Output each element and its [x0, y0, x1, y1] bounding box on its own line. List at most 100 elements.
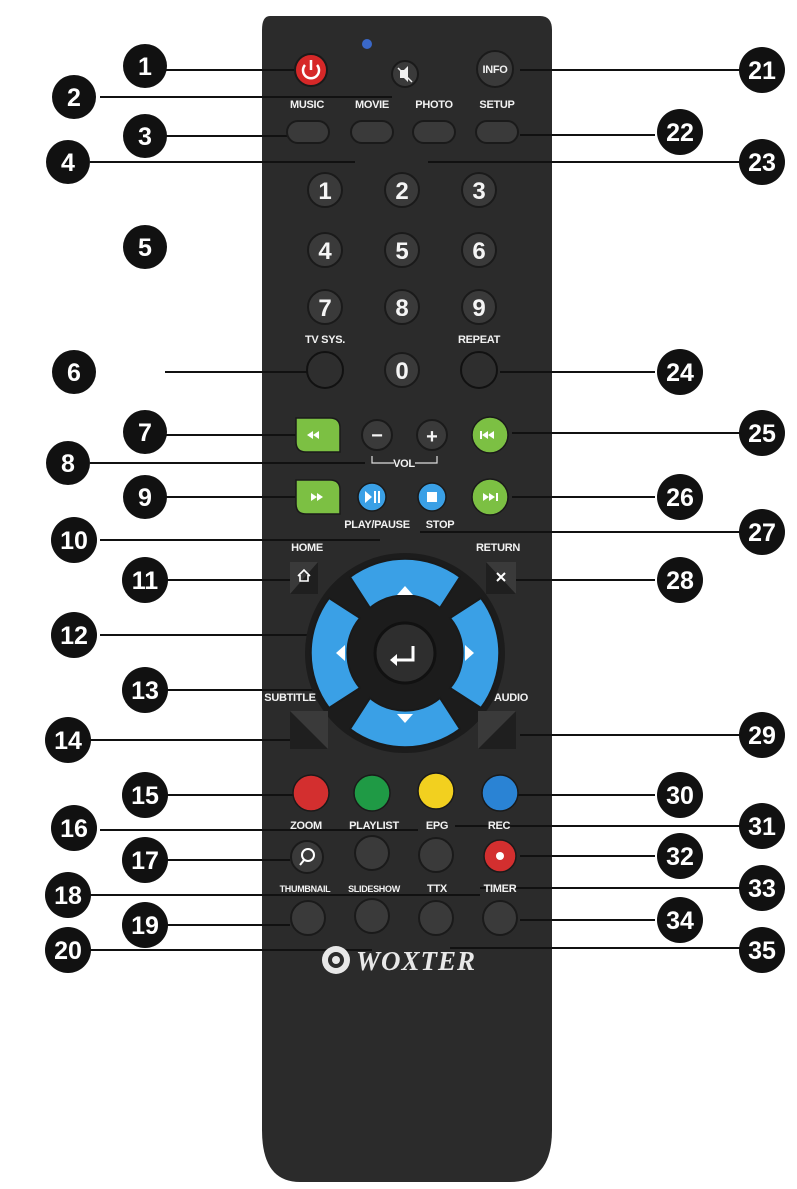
- fast-rewind-button[interactable]: [295, 417, 341, 453]
- callout-number: 14: [54, 727, 82, 755]
- ttx-button[interactable]: [418, 900, 454, 936]
- callout-number: 35: [748, 937, 776, 965]
- callout-number: 27: [748, 519, 776, 547]
- callout-21: 21: [739, 47, 785, 93]
- yellow-key[interactable]: [417, 772, 455, 810]
- digit-2-button[interactable]: 2: [384, 172, 420, 208]
- previous-button[interactable]: [471, 416, 509, 454]
- audio-label: AUDIO: [494, 692, 529, 704]
- epg-button[interactable]: [418, 837, 454, 873]
- callout-number: 18: [54, 882, 82, 910]
- ok-button[interactable]: [373, 621, 437, 685]
- callout-number: 13: [131, 677, 159, 705]
- epg-label: EPG: [426, 820, 448, 832]
- photo-label: PHOTO: [415, 99, 453, 111]
- fast-forward-button[interactable]: [295, 479, 341, 515]
- digit-8-button[interactable]: 8: [384, 289, 420, 325]
- callout-number: 11: [132, 567, 159, 595]
- digit-0-button[interactable]: 0: [384, 352, 420, 388]
- digit-label: 1: [318, 178, 331, 205]
- rec-button[interactable]: [483, 839, 517, 873]
- timer-label: TIMER: [484, 883, 517, 895]
- digit-label: 5: [395, 238, 408, 265]
- thumbnail-button[interactable]: [290, 900, 326, 936]
- tv-sys-button[interactable]: [306, 351, 344, 389]
- info-button[interactable]: INFO: [476, 50, 514, 88]
- callout-number: 6: [67, 359, 81, 387]
- callout-number: 25: [748, 420, 776, 448]
- movie-label: MOVIE: [355, 99, 389, 111]
- digit-9-button[interactable]: 9: [461, 289, 497, 325]
- callout-5: 5: [123, 225, 167, 269]
- zoom-button[interactable]: [290, 840, 324, 874]
- digit-label: 4: [318, 238, 332, 265]
- next-button[interactable]: [471, 478, 509, 516]
- callout-19: 19: [122, 902, 168, 948]
- callout-number: 4: [61, 149, 75, 177]
- digit-label: 8: [395, 295, 408, 322]
- power-button[interactable]: [294, 53, 328, 87]
- callout-12: 12: [51, 612, 97, 658]
- callout-27: 27: [739, 509, 785, 555]
- callout-3: 3: [123, 114, 167, 158]
- digit-6-button[interactable]: 6: [461, 232, 497, 268]
- playlist-button[interactable]: [354, 835, 390, 871]
- callout-11: 11: [122, 557, 168, 603]
- repeat-button[interactable]: [460, 351, 498, 389]
- stop-button[interactable]: [417, 482, 447, 512]
- callout-number: 28: [666, 567, 694, 595]
- callout-25: 25: [739, 410, 785, 456]
- setup-button[interactable]: [475, 120, 519, 144]
- red-key[interactable]: [292, 774, 330, 812]
- return-button[interactable]: [486, 562, 516, 594]
- rec-label: REC: [488, 820, 511, 832]
- callout-number: 31: [748, 813, 776, 841]
- music-button[interactable]: [286, 120, 330, 144]
- timer-button[interactable]: [482, 900, 518, 936]
- callout-number: 8: [61, 450, 75, 478]
- blue-key[interactable]: [481, 774, 519, 812]
- callout-29: 29: [739, 712, 785, 758]
- mute-button[interactable]: [391, 60, 419, 88]
- thumbnail-label: THUMBNAIL: [280, 884, 332, 894]
- slideshow-button[interactable]: [354, 898, 390, 934]
- digit-1-button[interactable]: 1: [307, 172, 343, 208]
- callout-6: 6: [52, 350, 96, 394]
- stop-icon: [427, 492, 437, 502]
- tv-sys-label: TV SYS.: [305, 334, 345, 346]
- record-icon: [496, 852, 504, 860]
- subtitle-button[interactable]: [290, 711, 328, 749]
- callout-34: 34: [657, 897, 703, 943]
- callout-17: 17: [122, 837, 168, 883]
- digit-5-button[interactable]: 5: [384, 232, 420, 268]
- digit-3-button[interactable]: 3: [461, 172, 497, 208]
- callout-35: 35: [739, 927, 785, 973]
- callout-number: 10: [60, 527, 88, 555]
- digit-4-button[interactable]: 4: [307, 232, 343, 268]
- movie-button[interactable]: [350, 120, 394, 144]
- callout-number: 30: [666, 782, 694, 810]
- audio-button[interactable]: [478, 711, 516, 749]
- photo-button[interactable]: [412, 120, 456, 144]
- callout-number: 29: [748, 722, 776, 750]
- callout-number: 17: [131, 847, 159, 875]
- callout-number: 3: [138, 123, 152, 151]
- callout-23: 23: [739, 139, 785, 185]
- info-label: INFO: [482, 64, 508, 76]
- stop-label: STOP: [426, 519, 455, 531]
- callout-1: 1: [123, 44, 167, 88]
- home-button[interactable]: [290, 562, 318, 594]
- ttx-label: TTX: [427, 883, 448, 895]
- plus-label: +: [426, 426, 438, 448]
- volume-down-button[interactable]: −: [361, 419, 393, 451]
- callout-4: 4: [46, 140, 90, 184]
- callout-number: 16: [60, 815, 88, 843]
- callout-number: 19: [131, 912, 159, 940]
- digit-label: 0: [395, 358, 408, 385]
- volume-up-button[interactable]: +: [416, 419, 448, 451]
- callout-number: 12: [60, 622, 88, 650]
- digit-7-button[interactable]: 7: [307, 289, 343, 325]
- play-pause-button[interactable]: [357, 482, 387, 512]
- dpad: [305, 553, 505, 753]
- green-key[interactable]: [353, 774, 391, 812]
